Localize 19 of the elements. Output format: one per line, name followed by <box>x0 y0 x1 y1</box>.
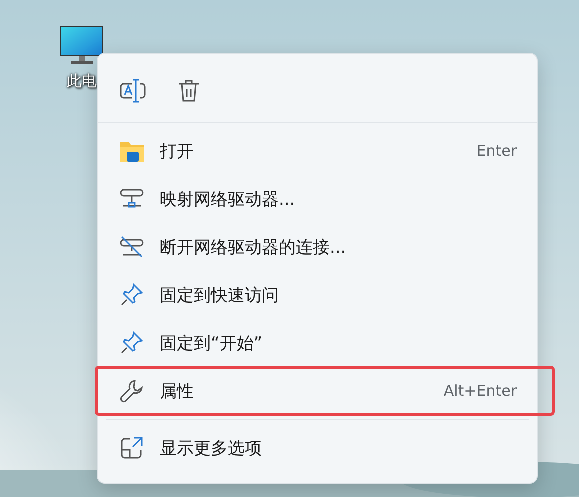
menu-item[interactable]: 打开 Enter <box>160 131 517 171</box>
shortcut-text: Enter <box>476 142 517 160</box>
disconnected-drive-icon <box>120 236 144 258</box>
folder-icon <box>120 140 144 162</box>
menu-item[interactable]: 固定到快速访问 <box>160 275 517 315</box>
menu-item[interactable]: 固定到“开始” <box>160 323 517 363</box>
open-external-icon <box>120 436 144 460</box>
pin-icon <box>120 331 144 355</box>
pin-icon <box>120 283 144 307</box>
menu-item[interactable]: 显示更多选项 <box>160 428 517 468</box>
shortcut-text: Alt+Enter <box>444 382 517 400</box>
wrench-icon <box>120 379 144 403</box>
network-drive-icon <box>120 188 144 210</box>
trash-icon <box>178 79 200 103</box>
menu-item[interactable]: 属性 Alt+Enter <box>160 371 517 411</box>
menu-item[interactable]: 映射网络驱动器... <box>160 179 517 219</box>
menu-item[interactable]: 断开网络驱动器的连接... <box>160 227 517 267</box>
rename-icon <box>120 79 146 103</box>
monitor-icon[interactable] <box>60 26 104 66</box>
